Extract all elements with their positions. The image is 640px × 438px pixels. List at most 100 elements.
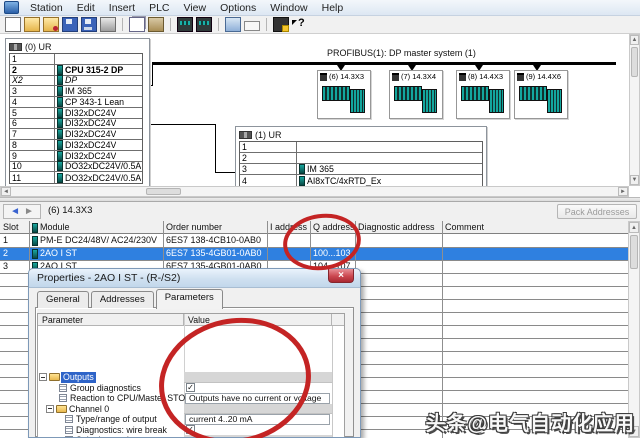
module-label: IM 365 xyxy=(65,86,92,96)
next-station-arrow-icon[interactable]: ► xyxy=(24,206,34,217)
download-icon[interactable] xyxy=(177,17,193,32)
module-cell: DO32xDC24V/0.5A xyxy=(55,173,141,183)
rack-row[interactable]: 11DO32xDC24V/0.5A xyxy=(10,172,142,183)
address-overview-icon[interactable] xyxy=(244,21,260,31)
help-select-icon[interactable] xyxy=(292,18,306,31)
column-header-q-address[interactable]: Q address xyxy=(313,221,355,234)
print-icon[interactable] xyxy=(100,17,116,32)
rack-row[interactable]: 4CP 343-1 Lean xyxy=(10,97,142,108)
tab-parameters[interactable]: Parameters xyxy=(156,289,223,309)
module-table-header: SlotModuleOrder numberI addressQ address… xyxy=(0,221,628,234)
menu-edit[interactable]: Edit xyxy=(70,1,102,15)
parameter-row[interactable]: Group diagnostics✓ xyxy=(38,383,344,394)
pack-addresses-button[interactable]: Pack Addresses xyxy=(557,204,637,219)
tab-addresses[interactable]: Addresses xyxy=(91,291,154,308)
upload-icon[interactable] xyxy=(196,17,212,32)
rack-row[interactable]: 10DO32xDC24V/0.5A xyxy=(10,162,142,173)
scrollbar-thumb[interactable] xyxy=(630,235,638,269)
rack-row[interactable]: 3IM 365 xyxy=(10,86,142,97)
value-cell: ✓ xyxy=(184,383,332,394)
rack-row[interactable]: 4AI8xTC/4xRTD_Ex xyxy=(240,175,482,186)
scroll-up-icon[interactable]: ▲ xyxy=(629,222,639,233)
column-header-order-number[interactable]: Order number xyxy=(166,221,267,234)
scroll-down-icon[interactable]: ▼ xyxy=(630,175,639,185)
rack-row[interactable]: 7DI32xDC24V xyxy=(10,129,142,140)
network-config-icon[interactable] xyxy=(273,17,289,32)
open-online-icon[interactable] xyxy=(43,17,59,32)
menu-view[interactable]: View xyxy=(177,1,214,15)
dp-slave-9[interactable]: (9) 14.4X6 xyxy=(514,70,568,119)
cell-comment xyxy=(442,247,628,260)
column-header-slot[interactable]: Slot xyxy=(3,221,29,234)
checkbox-checked[interactable]: ✓ xyxy=(186,425,195,434)
station-nav-buttons: ◄ ► xyxy=(3,204,41,219)
parameter-row[interactable]: Channel 0 xyxy=(38,404,344,415)
tree-collapse-icon[interactable] xyxy=(39,373,47,381)
module-cell: IM 365 xyxy=(55,86,92,96)
value-field[interactable]: current 4..20 mA xyxy=(185,414,330,425)
dialog-title-bar[interactable]: Properties - 2AO I ST - (R-/S2) × xyxy=(29,269,360,288)
module-icon xyxy=(57,129,63,139)
previous-station-arrow-icon[interactable]: ◄ xyxy=(10,206,20,217)
close-icon[interactable]: × xyxy=(328,269,354,283)
scroll-right-icon[interactable]: ► xyxy=(618,187,628,196)
save-compile-icon[interactable] xyxy=(81,17,97,32)
vertical-scrollbar[interactable]: ▲▼ xyxy=(629,34,640,186)
column-header-i-address[interactable]: I address xyxy=(270,221,310,234)
parameter-row[interactable]: Type/range of outputcurrent 4..20 mA xyxy=(38,414,344,425)
dp-slave-graphic xyxy=(519,84,563,114)
rack-row[interactable]: 5DI32xDC24V xyxy=(10,108,142,119)
catalog-icon[interactable] xyxy=(225,17,241,32)
menu-station[interactable]: Station xyxy=(23,1,70,15)
scrollbar-thumb[interactable] xyxy=(146,188,181,195)
menu-help[interactable]: Help xyxy=(315,1,351,15)
tab-general[interactable]: General xyxy=(37,291,89,308)
rack-row[interactable]: 2CPU 315-2 DP xyxy=(10,65,142,76)
checkbox-checked[interactable]: ✓ xyxy=(186,383,195,392)
rack-row[interactable]: 1 xyxy=(10,54,142,65)
parameter-row[interactable]: Diagnostics: wire break✓ xyxy=(38,425,344,436)
rack-0-window[interactable]: (0) UR12CPU 315-2 DPX2DP3IM 3654CP 343-1… xyxy=(5,38,150,187)
module-cell: DI32xDC24V xyxy=(55,108,116,118)
scrollbar-thumb[interactable] xyxy=(631,47,638,77)
rack-row[interactable]: 8DI32xDC24V xyxy=(10,140,142,151)
column-header-module[interactable]: Module xyxy=(32,221,163,234)
tree-collapse-icon[interactable] xyxy=(46,405,54,413)
rack-row[interactable]: X2DP xyxy=(10,76,142,87)
parameter-row[interactable]: Outputs xyxy=(38,372,344,383)
cell-text: 3 xyxy=(3,260,8,273)
vertical-scrollbar[interactable]: ▲▼ xyxy=(628,221,640,438)
new-icon[interactable] xyxy=(5,17,21,32)
menu-window[interactable]: Window xyxy=(263,1,314,15)
rack-row[interactable]: 6DI32xDC24V xyxy=(10,119,142,130)
menu-options[interactable]: Options xyxy=(213,1,263,15)
cell-comment xyxy=(442,234,628,247)
rack-1-window[interactable]: (1) UR123IM 3654AI8xTC/4xRTD_Ex xyxy=(235,126,487,190)
save-icon[interactable] xyxy=(62,17,78,32)
column-header-comment[interactable]: Comment xyxy=(445,221,628,234)
rack-link-line xyxy=(148,124,216,125)
parameter-row[interactable]: Reaction to CPU/Master STOPOutputs have … xyxy=(38,393,344,404)
station-work-area: PROFIBUS(1): DP master system (1) (0) UR… xyxy=(0,34,640,197)
copy-icon[interactable] xyxy=(129,17,145,32)
value-field[interactable]: Outputs have no current or voltage xyxy=(185,393,330,404)
menu-plc[interactable]: PLC xyxy=(142,1,176,15)
horizontal-scrollbar[interactable]: ◄► xyxy=(0,186,629,197)
table-row[interactable]: 1PM-E DC24/48V/ AC24/230V6ES7 138-4CB10-… xyxy=(0,234,628,247)
rack-row[interactable]: 3IM 365 xyxy=(240,164,482,175)
dp-slave-7[interactable]: (7) 14.3X4 xyxy=(389,70,443,119)
table-row[interactable]: 22AO I ST6ES7 135-4GB01-0AB0100...103 xyxy=(0,247,628,260)
rack-row[interactable]: 2 xyxy=(240,153,482,164)
rack-row[interactable]: 1 xyxy=(240,142,482,153)
column-header-diagnostic-address[interactable]: Diagnostic address xyxy=(358,221,442,234)
dp-slave-6[interactable]: (6) 14.3X3 xyxy=(317,70,371,119)
module-icon xyxy=(57,75,63,85)
paste-icon[interactable] xyxy=(148,17,164,32)
scroll-up-icon[interactable]: ▲ xyxy=(630,35,639,45)
menu-insert[interactable]: Insert xyxy=(102,1,142,15)
open-icon[interactable] xyxy=(24,17,40,32)
rack-row[interactable]: 9DI32xDC24V xyxy=(10,151,142,162)
scroll-left-icon[interactable]: ◄ xyxy=(1,187,11,196)
dp-slave-8[interactable]: (8) 14.4X3 xyxy=(456,70,510,119)
slot-cell: 1 xyxy=(240,142,297,152)
